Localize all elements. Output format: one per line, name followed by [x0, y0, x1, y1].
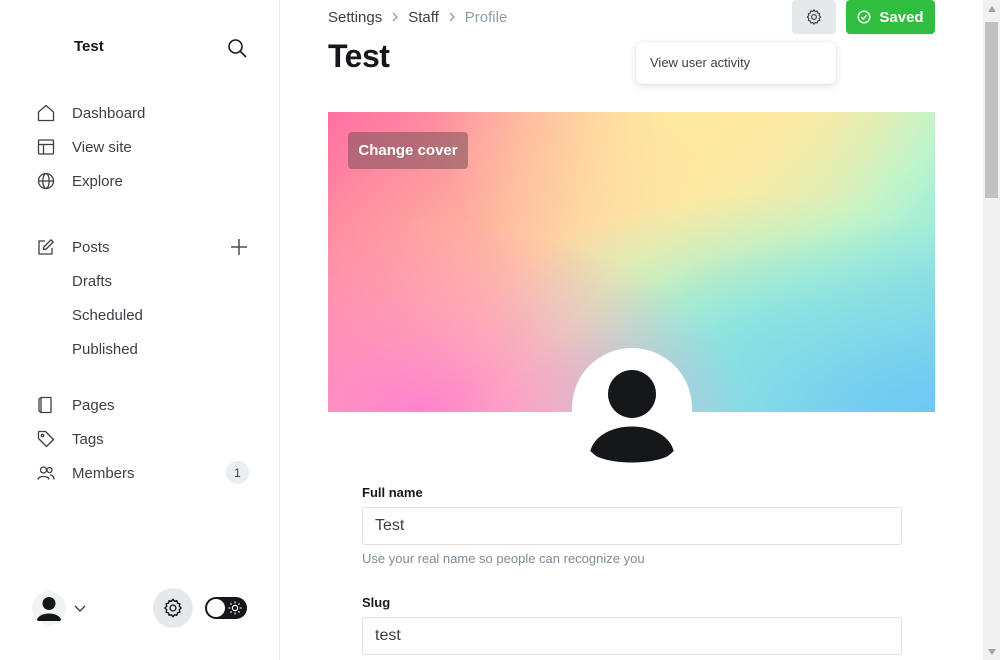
scroll-down-icon[interactable] — [983, 643, 1000, 660]
gear-icon — [163, 598, 183, 618]
settings-button[interactable] — [153, 588, 193, 628]
check-circle-icon — [857, 10, 871, 24]
nav-tags[interactable]: Tags — [36, 427, 104, 451]
scroll-thumb[interactable] — [985, 22, 998, 198]
full-name-input[interactable] — [362, 507, 902, 545]
view-user-activity-item[interactable]: View user activity — [650, 55, 750, 70]
nav-pages-label: Pages — [72, 396, 115, 414]
saved-label: Saved — [879, 8, 924, 26]
search-icon — [228, 39, 247, 58]
toggle-knob — [207, 599, 225, 617]
search-button[interactable] — [224, 35, 250, 61]
nav-members[interactable]: Members — [36, 461, 135, 485]
new-post-button[interactable] — [228, 236, 250, 258]
home-icon — [36, 103, 56, 123]
nav-posts-label: Posts — [72, 238, 110, 256]
members-count-badge: 1 — [226, 461, 249, 484]
breadcrumb-settings[interactable]: Settings — [328, 9, 382, 26]
tag-icon — [36, 429, 56, 449]
layout-icon — [36, 137, 56, 157]
chevron-right-icon — [445, 10, 459, 24]
user-icon — [36, 597, 62, 621]
scrollbar[interactable] — [983, 0, 1000, 660]
nav-explore[interactable]: Explore — [36, 169, 123, 193]
nav-view-site-label: View site — [72, 138, 132, 156]
sun-icon — [228, 601, 242, 615]
profile-avatar[interactable] — [572, 348, 692, 468]
chevron-right-icon — [388, 10, 402, 24]
sidebar: Test Dashboard View site Explore Posts D… — [0, 0, 280, 660]
edit-icon — [36, 237, 56, 257]
page-icon — [36, 395, 56, 415]
chevron-down-icon[interactable] — [72, 600, 88, 616]
nav-drafts[interactable]: Drafts — [72, 269, 112, 293]
nav-explore-label: Explore — [72, 172, 123, 190]
nav-published[interactable]: Published — [72, 337, 138, 361]
user-actions-button[interactable] — [792, 0, 836, 34]
change-cover-button[interactable]: Change cover — [348, 132, 468, 169]
nav-scheduled[interactable]: Scheduled — [72, 303, 143, 327]
nav-members-label: Members — [72, 464, 135, 482]
theme-toggle[interactable] — [205, 597, 247, 619]
user-icon — [590, 370, 674, 463]
breadcrumb-profile: Profile — [464, 8, 508, 26]
nav-view-site[interactable]: View site — [36, 135, 132, 159]
saved-button[interactable]: Saved — [846, 0, 935, 34]
user-avatar[interactable] — [32, 591, 66, 625]
globe-icon — [36, 171, 56, 191]
plus-icon — [231, 239, 247, 255]
nav-tags-label: Tags — [72, 430, 104, 448]
members-icon — [36, 463, 56, 483]
slug-label: Slug — [362, 595, 391, 610]
nav-pages[interactable]: Pages — [36, 393, 115, 417]
nav-dashboard-label: Dashboard — [72, 104, 146, 122]
nav-dashboard[interactable]: Dashboard — [36, 101, 145, 125]
scroll-up-icon[interactable] — [983, 0, 1000, 17]
user-actions-dropdown: View user activity — [636, 42, 836, 84]
nav-posts[interactable]: Posts — [36, 235, 110, 259]
page-title: Test — [328, 38, 390, 74]
site-title: Test — [74, 38, 104, 55]
breadcrumb: Settings Staff Profile — [328, 8, 507, 26]
breadcrumb-staff[interactable]: Staff — [408, 9, 439, 26]
gear-icon — [806, 8, 822, 26]
full-name-label: Full name — [362, 485, 423, 500]
slug-input[interactable] — [362, 617, 902, 655]
full-name-hint: Use your real name so people can recogni… — [362, 551, 645, 566]
